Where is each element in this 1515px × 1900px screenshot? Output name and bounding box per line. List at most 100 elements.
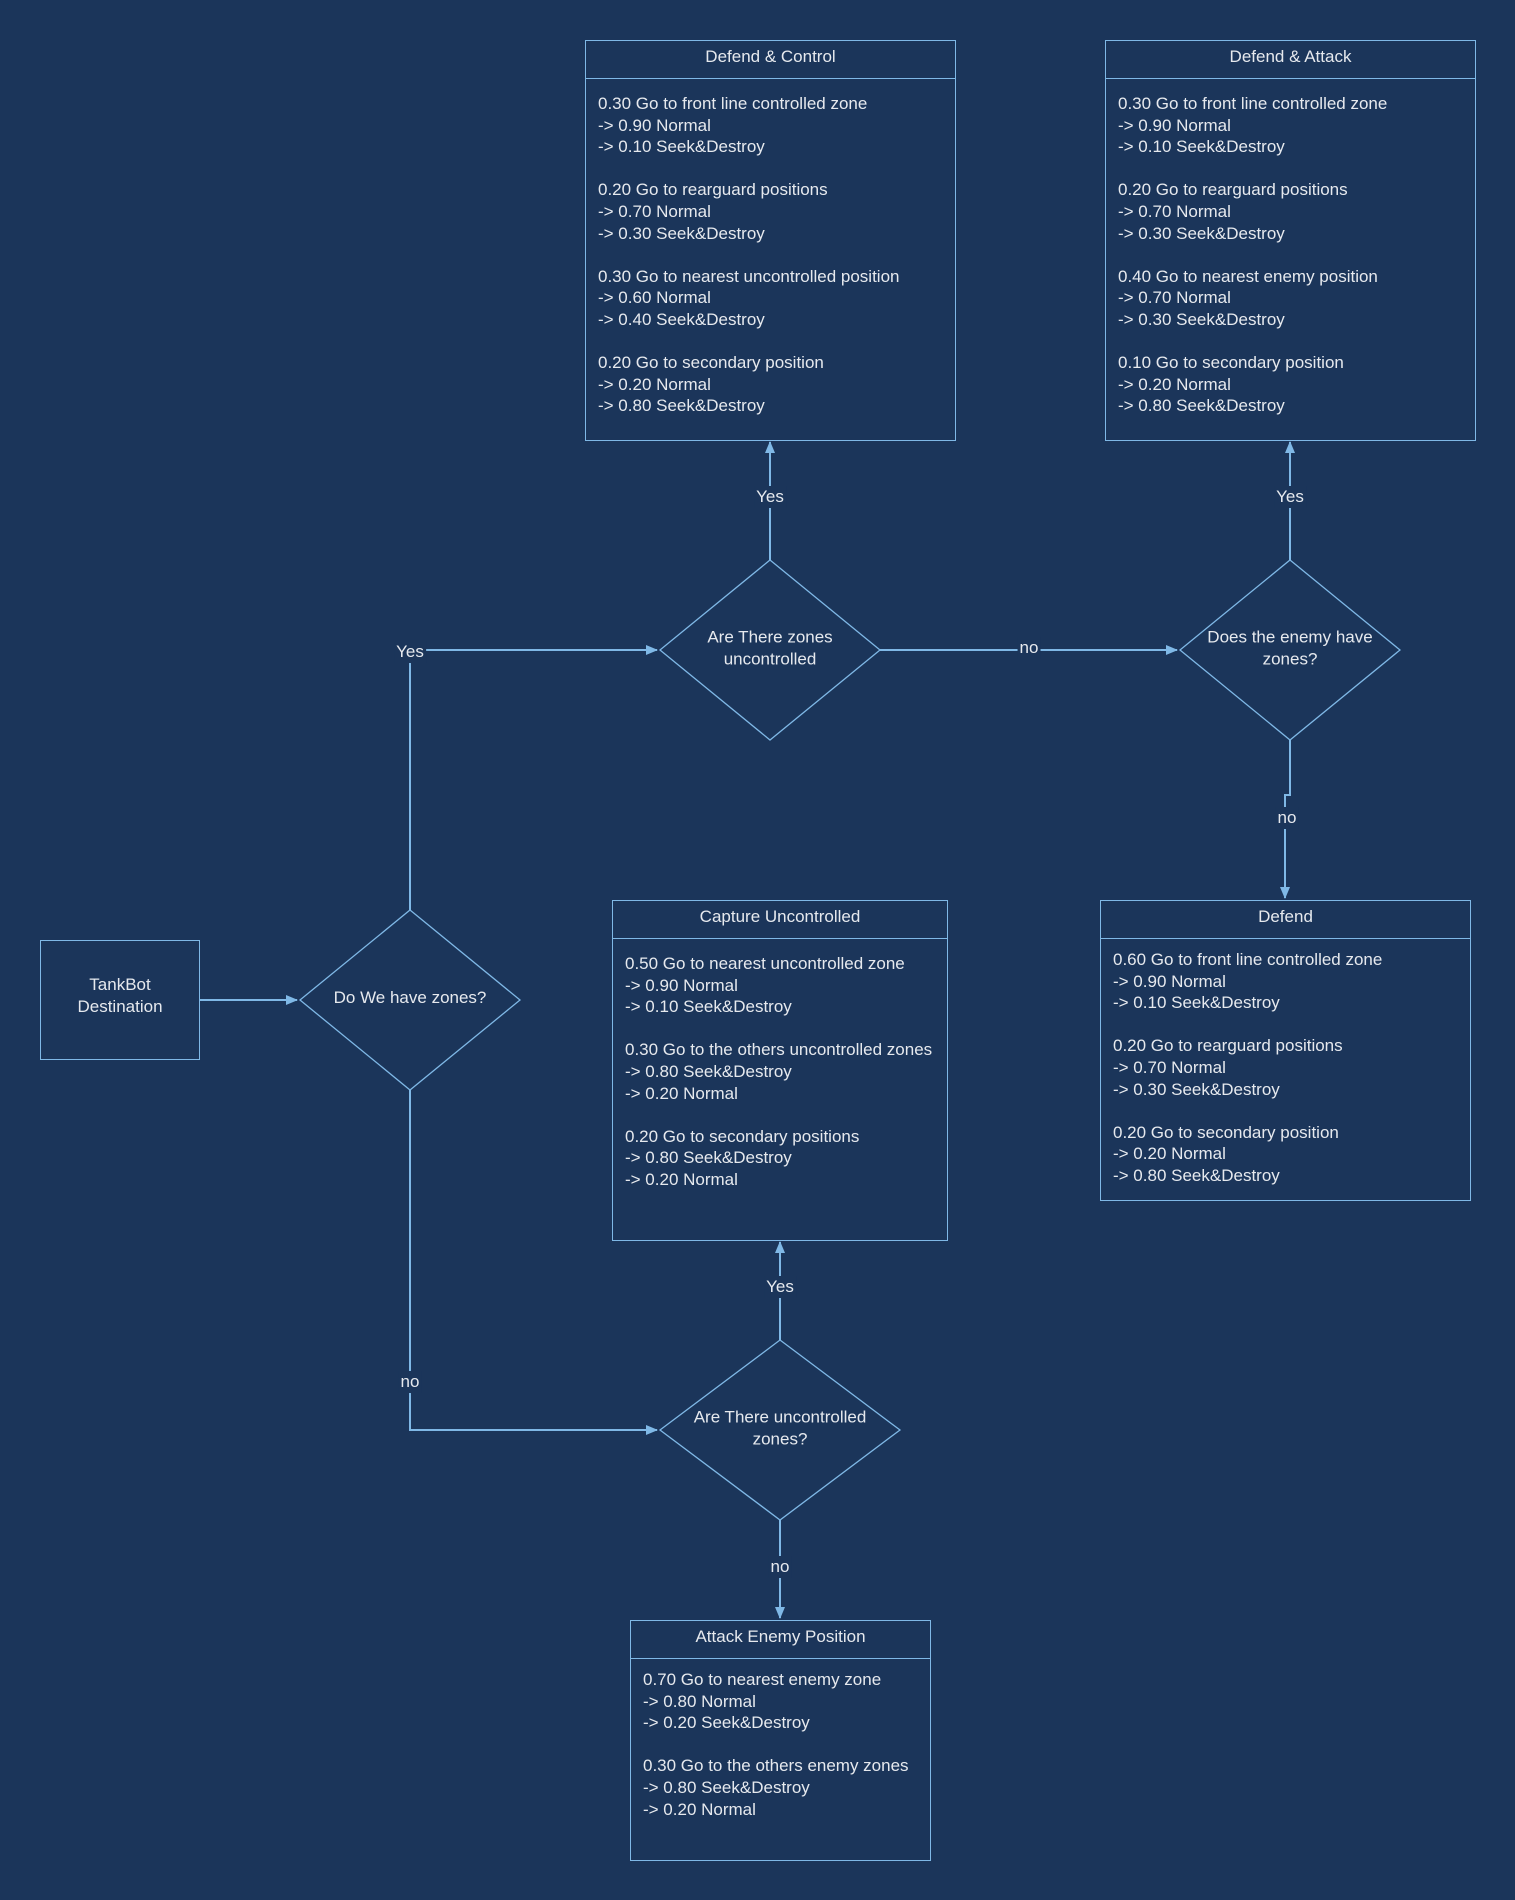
rule-line-mode: -> 0.20 Normal [1113, 1144, 1226, 1164]
edge-label-uncontrolled-yes: Yes [764, 1276, 796, 1298]
box-body: 0.30 Go to front line controlled zone -> … [1106, 79, 1475, 417]
box-defend[interactable]: Defend 0.60 Go to front line controlled … [1100, 900, 1471, 1201]
rule-line-action: 0.50 Go to nearest uncontrolled zone [625, 954, 905, 973]
rule-line-mode: -> 0.70 Normal [1118, 201, 1231, 221]
edge-label-zones-uncontrolled-yes: Yes [754, 486, 786, 508]
rule-line-mode: -> 0.20 Normal [1118, 374, 1231, 394]
rule-line-mode: -> 0.80 Seek&Destroy [625, 1061, 792, 1081]
decision-zones-uncontrolled-line1: Are There zones [707, 627, 833, 647]
rule-line-mode: -> 0.90 Normal [1113, 971, 1226, 991]
rule-line-mode: -> 0.10 Seek&Destroy [1118, 137, 1285, 157]
rule-group: 0.10 Go to secondary position -> 0.20 Nor… [1118, 352, 1463, 417]
rule-line-mode: -> 0.10 Seek&Destroy [625, 997, 792, 1017]
rule-group: 0.20 Go to rearguard positions -> 0.70 No… [1118, 179, 1463, 244]
rule-line-mode: -> 0.70 Normal [598, 201, 711, 221]
start-label-line1: TankBot [89, 975, 151, 995]
rule-line-mode: -> 0.30 Seek&Destroy [1113, 1079, 1280, 1099]
rule-line-action: 0.20 Go to secondary position [598, 353, 824, 373]
rule-group: 0.50 Go to nearest uncontrolled zone -> 0… [625, 953, 935, 1018]
rule-line-action: 0.30 Go to front line controlled zone [1118, 94, 1388, 113]
rule-group: 0.40 Go to nearest enemy position -> 0.70… [1118, 266, 1463, 331]
rule-line-mode: -> 0.80 Seek&Destroy [1113, 1165, 1280, 1185]
rule-group: 0.60 Go to front line controlled zone -> … [1113, 949, 1458, 1014]
rule-line-mode: -> 0.40 Seek&Destroy [598, 309, 765, 329]
rule-line-mode: -> 0.30 Seek&Destroy [1118, 223, 1285, 243]
rule-line-mode: -> 0.80 Seek&Destroy [625, 1148, 792, 1168]
rule-group: 0.20 Go to secondary position -> 0.20 Nor… [598, 352, 943, 417]
rule-line-mode: -> 0.20 Normal [625, 1169, 738, 1189]
edge-have-zones-yes [409, 645, 658, 910]
decision-enemy-zones-line1: Does the enemy have [1207, 627, 1373, 647]
box-capture-uncontrolled[interactable]: Capture Uncontrolled 0.50 Go to nearest … [612, 900, 948, 1241]
decision-uncontrolled-zones[interactable]: Are There uncontrolled zones? [694, 1406, 867, 1449]
rule-line-action: 0.30 Go to the others enemy zones [643, 1756, 909, 1776]
rule-line-mode: -> 0.80 Normal [643, 1691, 756, 1711]
edge-label-zones-uncontrolled-no: no [1017, 637, 1041, 659]
rule-line-mode: -> 0.80 Seek&Destroy [643, 1777, 810, 1797]
rule-line-mode: -> 0.20 Normal [643, 1799, 756, 1819]
rule-line-action: 0.70 Go to nearest enemy zone [643, 1670, 882, 1689]
decision-zones-uncontrolled[interactable]: Are There zones uncontrolled [707, 626, 832, 669]
rule-line-action: 0.20 Go to secondary positions [625, 1126, 860, 1146]
rule-line-action: 0.40 Go to nearest enemy position [1118, 266, 1378, 286]
rule-line-mode: -> 0.90 Normal [1118, 115, 1231, 135]
rule-line-action: 0.10 Go to secondary position [1118, 353, 1344, 373]
box-attack-enemy-position[interactable]: Attack Enemy Position 0.70 Go to nearest… [630, 1620, 931, 1861]
decision-uncontrolled-zones-line1: Are There uncontrolled [693, 1407, 867, 1427]
edge-label-enemy-zones-yes: Yes [1274, 486, 1306, 508]
box-title: Attack Enemy Position [631, 1621, 930, 1659]
rule-line-mode: -> 0.10 Seek&Destroy [1113, 993, 1280, 1013]
box-body: 0.70 Go to nearest enemy zone -> 0.80 Nor… [631, 1659, 930, 1820]
rule-line-mode: -> 0.30 Seek&Destroy [1118, 309, 1285, 329]
rule-group: 0.30 Go to front line controlled zone -> … [1118, 93, 1463, 158]
rule-line-action: 0.60 Go to front line controlled zone [1113, 950, 1383, 969]
rule-group: 0.30 Go to front line controlled zone -> … [598, 93, 943, 158]
box-title: Defend & Attack [1106, 41, 1475, 79]
rule-line-mode: -> 0.30 Seek&Destroy [598, 223, 765, 243]
decision-enemy-zones-line2: zones? [1262, 649, 1318, 668]
rule-line-action: 0.20 Go to rearguard positions [1118, 180, 1348, 200]
rule-line-action: 0.20 Go to secondary position [1113, 1122, 1339, 1142]
box-defend-attack[interactable]: Defend & Attack 0.30 Go to front line co… [1105, 40, 1476, 441]
rule-line-action: 0.30 Go to the others uncontrolled zones [625, 1040, 933, 1060]
edge-label-have-zones-yes: Yes [394, 641, 426, 663]
edge-label-have-zones-no: no [398, 1371, 422, 1393]
decision-have-zones-label: Do We have zones? [333, 988, 487, 1008]
box-body: 0.30 Go to front line controlled zone -> … [586, 79, 955, 417]
rule-group: 0.20 Go to secondary position -> 0.20 Nor… [1113, 1122, 1458, 1187]
rule-line-mode: -> 0.70 Normal [1113, 1057, 1226, 1077]
rule-line-mode: -> 0.70 Normal [1118, 288, 1231, 308]
rule-line-mode: -> 0.80 Seek&Destroy [1118, 396, 1285, 416]
edge-label-uncontrolled-no: no [768, 1556, 792, 1578]
rule-group: 0.20 Go to rearguard positions -> 0.70 No… [598, 179, 943, 244]
rule-line-mode: -> 0.20 Normal [598, 374, 711, 394]
box-title: Defend [1101, 901, 1470, 939]
decision-zones-uncontrolled-line2: uncontrolled [723, 649, 817, 668]
box-title: Capture Uncontrolled [613, 901, 947, 939]
rule-line-mode: -> 0.10 Seek&Destroy [598, 137, 765, 157]
rule-group: 0.30 Go to nearest uncontrolled position… [598, 266, 943, 331]
box-body: 0.60 Go to front line controlled zone -> … [1101, 939, 1470, 1187]
rule-group: 0.30 Go to the others uncontrolled zones… [625, 1039, 935, 1104]
rule-line-mode: -> 0.20 Seek&Destroy [643, 1713, 810, 1733]
box-title: Defend & Control [586, 41, 955, 79]
rule-line-mode: -> 0.60 Normal [598, 288, 711, 308]
decision-uncontrolled-zones-line2: zones? [752, 1429, 808, 1448]
start-node-tankbot-destination[interactable]: TankBot Destination [40, 940, 200, 1060]
rule-group: 0.20 Go to secondary positions -> 0.80 Se… [625, 1126, 935, 1191]
start-label-line2: Destination [77, 997, 163, 1016]
box-defend-control[interactable]: Defend & Control 0.30 Go to front line c… [585, 40, 956, 441]
box-body: 0.50 Go to nearest uncontrolled zone -> 0… [613, 939, 947, 1191]
rule-line-mode: -> 0.20 Normal [625, 1083, 738, 1103]
decision-enemy-zones[interactable]: Does the enemy have zones? [1207, 626, 1372, 669]
rule-line-action: 0.20 Go to rearguard positions [598, 180, 828, 200]
rule-group: 0.30 Go to the others enemy zones -> 0.80… [643, 1755, 918, 1820]
rule-group: 0.20 Go to rearguard positions -> 0.70 No… [1113, 1035, 1458, 1100]
rule-line-mode: -> 0.90 Normal [625, 975, 738, 995]
rule-group: 0.70 Go to nearest enemy zone -> 0.80 Nor… [643, 1669, 918, 1734]
edge-label-enemy-zones-no: no [1275, 807, 1299, 829]
decision-have-zones[interactable]: Do We have zones? [334, 987, 487, 1009]
rule-line-action: 0.30 Go to front line controlled zone [598, 94, 868, 113]
rule-line-action: 0.30 Go to nearest uncontrolled position [598, 266, 900, 286]
rule-line-mode: -> 0.90 Normal [598, 115, 711, 135]
